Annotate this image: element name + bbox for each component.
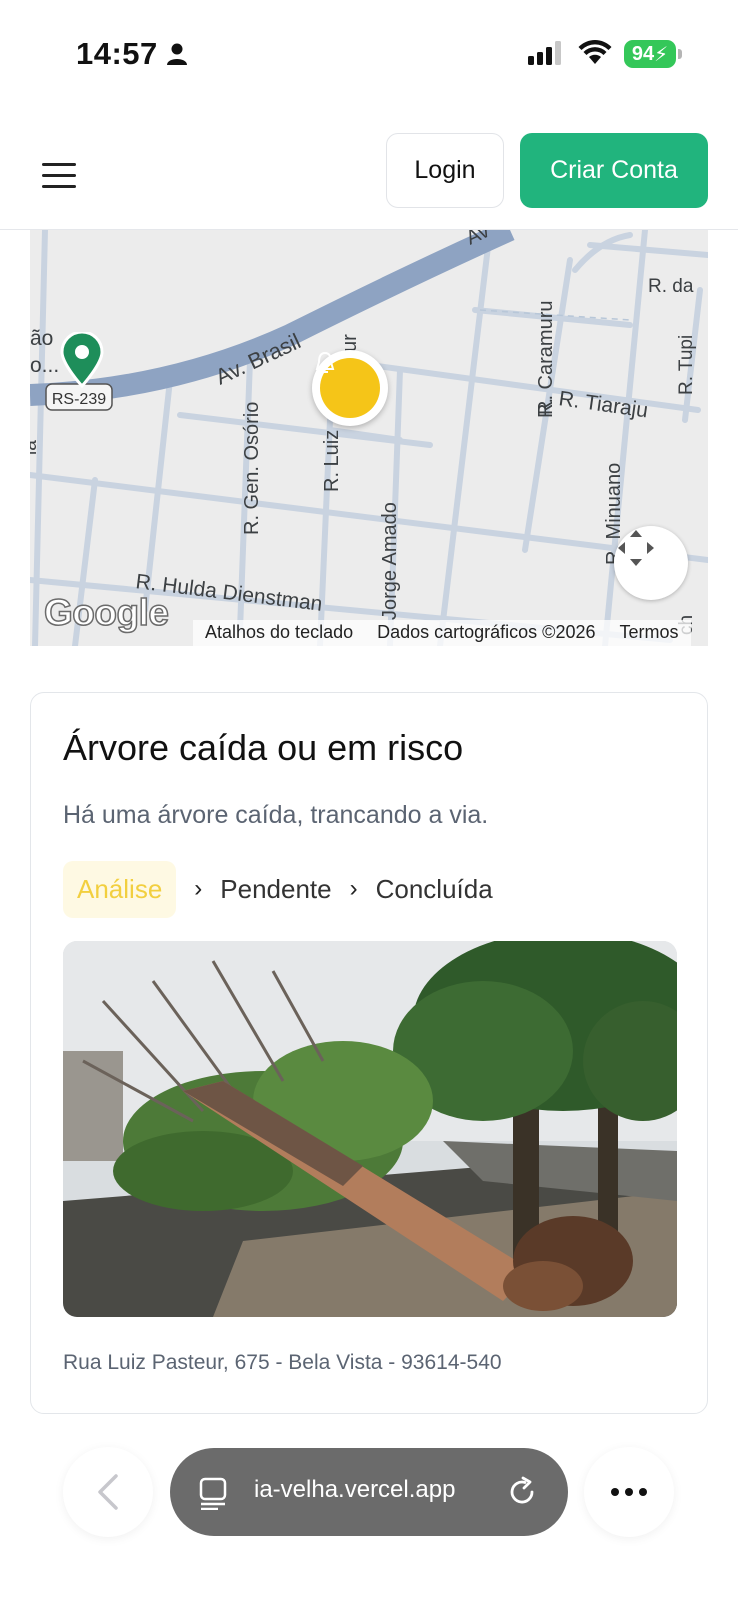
wifi-icon	[578, 39, 612, 70]
label-jorge-amado: Jorge Amado	[379, 502, 401, 620]
url-text[interactable]: ia-velha.vercel.app	[254, 1476, 455, 1504]
label-tiaraju: R. Tiaraju	[557, 387, 649, 422]
battery-icon: 94 ⚡	[624, 40, 676, 68]
map-data-credit: Dados cartográficos ©2026	[377, 622, 596, 642]
label-poi-line2: o...	[30, 354, 59, 377]
hamburger-menu-icon[interactable]	[34, 150, 86, 200]
back-arrow-icon[interactable]	[63, 1447, 153, 1537]
map-view[interactable]: Av. Brasil Av R. Gen. Osório R. Luiz ur …	[30, 230, 708, 646]
more-icon[interactable]	[584, 1447, 674, 1537]
tabs-icon[interactable]	[198, 1476, 230, 1515]
status-bar: 14:57 94 ⚡	[0, 0, 738, 100]
chevron-right-icon: ›	[349, 875, 358, 902]
report-photo[interactable]	[63, 941, 677, 1317]
reload-icon[interactable]	[506, 1476, 538, 1513]
bell-icon	[315, 351, 380, 418]
address-bar[interactable]: ia-velha.vercel.app	[170, 1448, 568, 1536]
battery-level: 94	[631, 42, 655, 65]
signup-button[interactable]: Criar Conta	[520, 133, 708, 208]
map-tiles: Av. Brasil Av R. Gen. Osório R. Luiz ur …	[30, 230, 708, 646]
chevron-right-icon: ›	[194, 875, 203, 902]
label-gen-osorio: R. Gen. Osório	[241, 402, 263, 535]
battery-tip	[678, 49, 682, 59]
label-caramuru: R. Caramuru	[535, 301, 557, 415]
keyboard-shortcuts-link[interactable]: Atalhos do teclado	[193, 620, 365, 646]
report-title: Árvore caída ou em risco	[63, 727, 464, 768]
occurrence-marker[interactable]	[312, 350, 388, 426]
map-credits: Atalhos do teclado Dados cartográficos ©…	[193, 620, 691, 646]
step-analise: Análise	[63, 860, 177, 918]
signal-icon	[528, 41, 564, 70]
highway-badge: RS-239	[52, 391, 106, 408]
person-icon	[166, 42, 188, 71]
login-button[interactable]: Login	[386, 133, 504, 208]
top-navbar: Login Criar Conta	[0, 120, 738, 230]
report-description: Há uma árvore caída, trancando a via.	[63, 801, 489, 829]
google-logo: Google	[43, 591, 169, 634]
step-pendente: Pendente	[220, 873, 332, 904]
map-fullscreen-icon[interactable]	[614, 526, 688, 600]
report-card[interactable]: Árvore caída ou em risco Há uma árvore c…	[30, 692, 708, 1414]
step-concluida: Concluída	[375, 873, 493, 904]
label-r-da: R. da	[648, 276, 694, 297]
status-time: 14:57	[76, 36, 158, 71]
label-luiz: R. Luiz	[321, 430, 343, 492]
label-r-tupi: R. Tupi	[676, 335, 697, 395]
label-poi-line1: ão	[30, 327, 53, 350]
label-tiaraju-prefix: R.	[535, 398, 557, 418]
terms-link[interactable]: Termos	[608, 620, 691, 646]
status-steps: Análise › Pendente › Concluída	[63, 859, 493, 919]
label-edge-left: ia	[30, 440, 41, 455]
report-address: Rua Luiz Pasteur, 675 - Bela Vista - 936…	[63, 1351, 502, 1374]
